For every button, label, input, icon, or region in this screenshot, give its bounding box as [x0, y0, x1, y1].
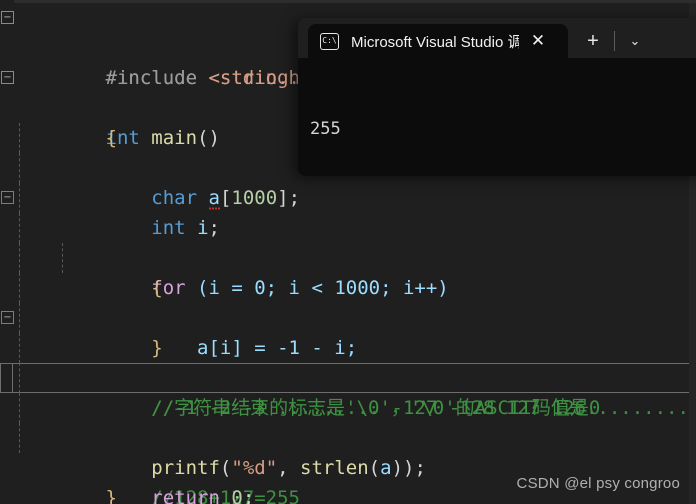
- code-line[interactable]: printf("%d", strlen(a));: [0, 393, 696, 479]
- indent-guide: [19, 333, 20, 363]
- code-line[interactable]: }: [0, 273, 696, 359]
- fold-marker-minus-icon[interactable]: −: [1, 191, 14, 204]
- indent-guide: [62, 243, 63, 273]
- close-icon[interactable]: ✕: [525, 28, 551, 54]
- terminal-icon-glyph: C:\: [322, 36, 337, 45]
- new-tab-button[interactable]: +: [578, 24, 608, 58]
- debug-console-window[interactable]: C:\ Microsoft Visual Studio 调试控 ✕ + ⌄ 25…: [298, 18, 696, 176]
- fold-marker-minus-icon[interactable]: −: [1, 71, 14, 84]
- current-line-gutter-highlight: [0, 363, 12, 393]
- indent-guide: [19, 273, 20, 303]
- chevron-down-icon[interactable]: ⌄: [621, 24, 649, 58]
- fold-marker-minus-icon[interactable]: −: [1, 311, 14, 324]
- console-output-line: 255: [310, 119, 341, 139]
- code-line[interactable]: − for (i = 0; i < 1000; i++): [0, 183, 696, 299]
- indent-guide: [19, 213, 20, 243]
- code-line[interactable]: {: [0, 213, 696, 299]
- indent-guide: [19, 423, 20, 453]
- close-brace: }: [105, 487, 117, 504]
- indent-guide: [19, 393, 20, 423]
- csdn-watermark: CSDN @el psy congroo: [516, 475, 680, 492]
- code-line[interactable]: a[i] = -1 - i;: [0, 243, 696, 359]
- code-line[interactable]: return 0;: [0, 423, 696, 504]
- indent-guide: [19, 123, 20, 153]
- indent-guide: [19, 243, 20, 273]
- console-output[interactable]: 255 D:\vs\helloworld\测试\Debug\测试 按任意键关闭此…: [298, 58, 696, 176]
- screenshot-root: − #include <stdio.h> #include <string.h>…: [0, 0, 696, 504]
- console-titlebar[interactable]: C:\ Microsoft Visual Studio 调试控 ✕ + ⌄: [298, 18, 696, 58]
- indent-guide: [19, 303, 20, 333]
- indent-guide: [19, 363, 20, 393]
- keyword-return: return: [151, 487, 220, 504]
- console-tab[interactable]: C:\ Microsoft Visual Studio 调试控 ✕: [308, 24, 568, 58]
- indent-guide: [19, 183, 20, 213]
- current-line-highlight: [12, 363, 696, 393]
- terminal-icon: C:\: [320, 32, 339, 50]
- code-line[interactable]: //字符串结束的标志是'\0'，'\0'的ASCII码值是0: [0, 333, 696, 419]
- fold-marker-minus-icon[interactable]: −: [1, 11, 14, 24]
- code-line-current[interactable]: //128+127=255: [0, 363, 696, 504]
- toolbar-divider: [614, 31, 615, 51]
- console-tab-title: Microsoft Visual Studio 调试控: [351, 33, 519, 51]
- return-value: 0: [219, 487, 243, 504]
- code-line[interactable]: − //-1 -2 -3 ......... -127 -128 127 126…: [0, 303, 696, 419]
- semicolon: ;: [242, 487, 255, 504]
- indent-guide: [19, 153, 20, 183]
